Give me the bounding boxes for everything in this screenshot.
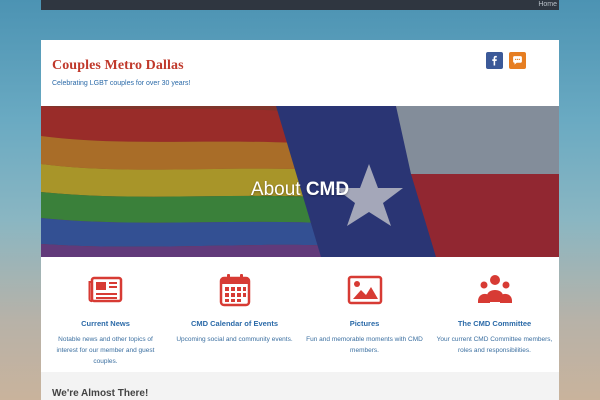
almost-there-section: We're Almost There! bbox=[41, 372, 559, 400]
feature-title[interactable]: The CMD Committee bbox=[430, 319, 559, 328]
hero-title: About CMD bbox=[41, 179, 559, 201]
home-link[interactable]: Home bbox=[538, 0, 557, 9]
feature-description: Fun and memorable moments with CMD membe… bbox=[306, 336, 423, 354]
feature-title[interactable]: Pictures bbox=[300, 319, 429, 328]
newspaper-icon bbox=[88, 276, 123, 303]
hero-banner: About CMD bbox=[41, 106, 559, 257]
site-title[interactable]: Couples Metro Dallas bbox=[52, 58, 184, 74]
feature-calendar[interactable]: CMD Calendar of Events Upcoming social a… bbox=[170, 257, 299, 372]
site-header: Couples Metro Dallas Celebrating LGBT co… bbox=[41, 40, 559, 106]
top-bar: Home bbox=[41, 0, 559, 10]
hero-title-bold: CMD bbox=[305, 179, 350, 200]
chat-icon bbox=[513, 56, 522, 65]
group-icon bbox=[478, 275, 512, 303]
picture-icon bbox=[347, 275, 383, 305]
feature-pictures[interactable]: Pictures Fun and memorable moments with … bbox=[300, 257, 429, 372]
feature-title[interactable]: Current News bbox=[41, 319, 170, 328]
feature-description: Upcoming social and community events. bbox=[176, 336, 293, 343]
facebook-icon bbox=[492, 55, 497, 66]
features-section: Current News Notable news and other topi… bbox=[41, 257, 559, 372]
facebook-button[interactable] bbox=[486, 52, 503, 69]
section-heading: We're Almost There! bbox=[52, 388, 149, 399]
feature-title[interactable]: CMD Calendar of Events bbox=[170, 319, 299, 328]
chat-button[interactable] bbox=[509, 52, 526, 69]
feature-committee[interactable]: The CMD Committee Your current CMD Commi… bbox=[430, 257, 559, 372]
hero-title-light: About bbox=[250, 179, 306, 200]
calendar-icon bbox=[219, 274, 251, 307]
feature-current-news[interactable]: Current News Notable news and other topi… bbox=[41, 257, 170, 372]
site-tagline: Celebrating LGBT couples for over 30 yea… bbox=[52, 80, 191, 87]
feature-description: Notable news and other topics of interes… bbox=[56, 336, 155, 365]
feature-description: Your current CMD Committee members, role… bbox=[436, 336, 553, 354]
